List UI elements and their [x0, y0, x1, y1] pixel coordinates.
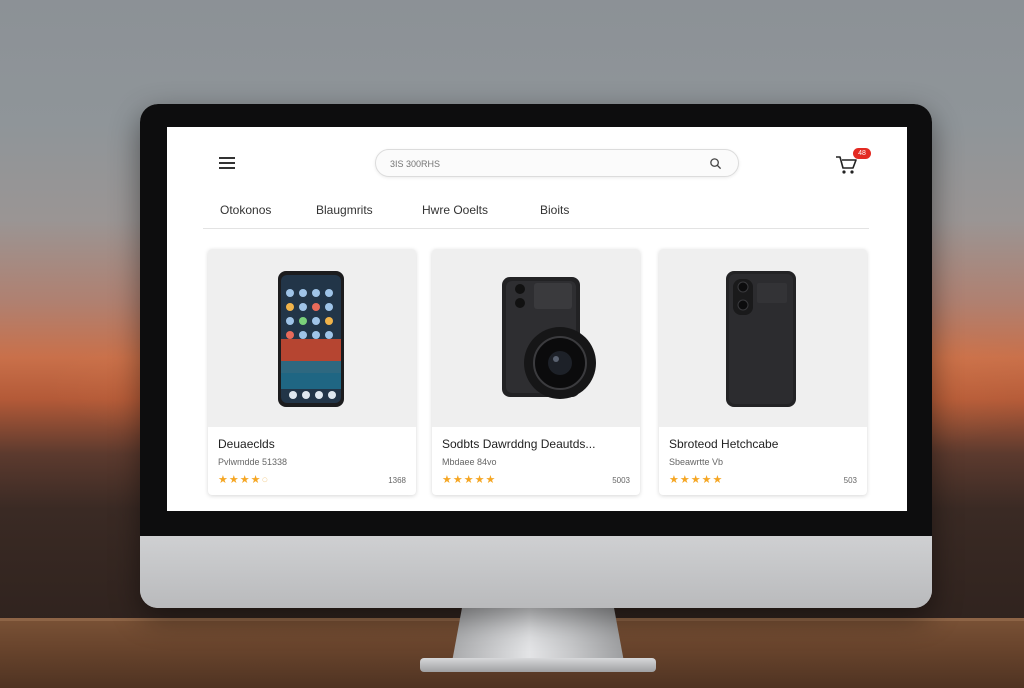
product-image[interactable]	[208, 249, 416, 427]
product-image[interactable]	[432, 249, 640, 427]
star-filled-icon: ★	[690, 474, 702, 486]
star-filled-icon: ★	[669, 474, 680, 486]
star-filled-icon: ★	[452, 474, 464, 486]
star-filled-icon: ★	[712, 474, 724, 486]
star-filled-icon: ★	[239, 474, 251, 486]
star-filled-icon: ★	[218, 474, 229, 486]
star-empty-icon: ○	[261, 474, 270, 486]
rating-stars: ★★★★★	[442, 473, 496, 486]
product-subtitle: Pvlwmdde 51338	[218, 457, 288, 467]
product-title[interactable]: Sodbts Dawrddng Deautds...	[442, 437, 595, 451]
phone-back-icon	[726, 271, 796, 407]
star-filled-icon: ★	[485, 474, 497, 486]
monitor-chin	[140, 536, 932, 608]
monitor-stand	[452, 606, 624, 662]
star-filled-icon: ★	[228, 474, 240, 486]
product-subtitle: Sbeawrtte Vb	[669, 457, 724, 467]
app-screen: 48 Otokonos Blaugmrits Hwre Ooelts Bioit…	[167, 127, 907, 511]
tab-blaugmrits[interactable]: Blaugmrits	[316, 203, 373, 217]
product-card[interactable]: Sodbts Dawrddng Deautds... Mbdaee 84vo ★…	[432, 249, 640, 495]
star-filled-icon: ★	[442, 474, 453, 486]
tab-otokonos[interactable]: Otokonos	[220, 203, 271, 217]
menu-icon[interactable]	[219, 157, 235, 169]
star-filled-icon: ★	[701, 474, 713, 486]
search-bar[interactable]	[375, 149, 739, 177]
product-image[interactable]	[659, 249, 867, 427]
product-price: 503	[843, 476, 857, 485]
monitor-stand-base	[420, 658, 656, 672]
cart-button[interactable]: 48	[835, 148, 875, 177]
tab-hwre-ooelts[interactable]: Hwre Ooelts	[422, 203, 488, 217]
star-filled-icon: ★	[474, 474, 486, 486]
tab-bioits[interactable]: Bioits	[540, 203, 569, 217]
product-title[interactable]: Sbroteod Hetchcabe	[669, 437, 778, 451]
cart-count-badge: 48	[853, 148, 871, 159]
star-filled-icon: ★	[463, 474, 475, 486]
product-title[interactable]: Deuaeclds	[218, 437, 275, 451]
camera-icon	[502, 277, 596, 399]
category-nav: Otokonos Blaugmrits Hwre Ooelts Bioits	[203, 199, 869, 229]
product-card[interactable]: Sbroteod Hetchcabe Sbeawrtte Vb ★★★★★ 50…	[659, 249, 867, 495]
product-price: 5003	[612, 476, 630, 485]
product-subtitle: Mbdaee 84vo	[442, 457, 497, 467]
star-filled-icon: ★	[250, 474, 262, 486]
smartphone-icon	[278, 271, 344, 407]
rating-stars: ★★★★★	[669, 473, 723, 486]
search-input[interactable]	[390, 156, 690, 172]
star-filled-icon: ★	[679, 474, 691, 486]
product-price: 1368	[388, 476, 406, 485]
rating-stars: ★★★★○	[218, 473, 269, 486]
product-card[interactable]: Deuaeclds Pvlwmdde 51338 ★★★★○ 1368	[208, 249, 416, 495]
search-icon[interactable]	[709, 157, 722, 170]
